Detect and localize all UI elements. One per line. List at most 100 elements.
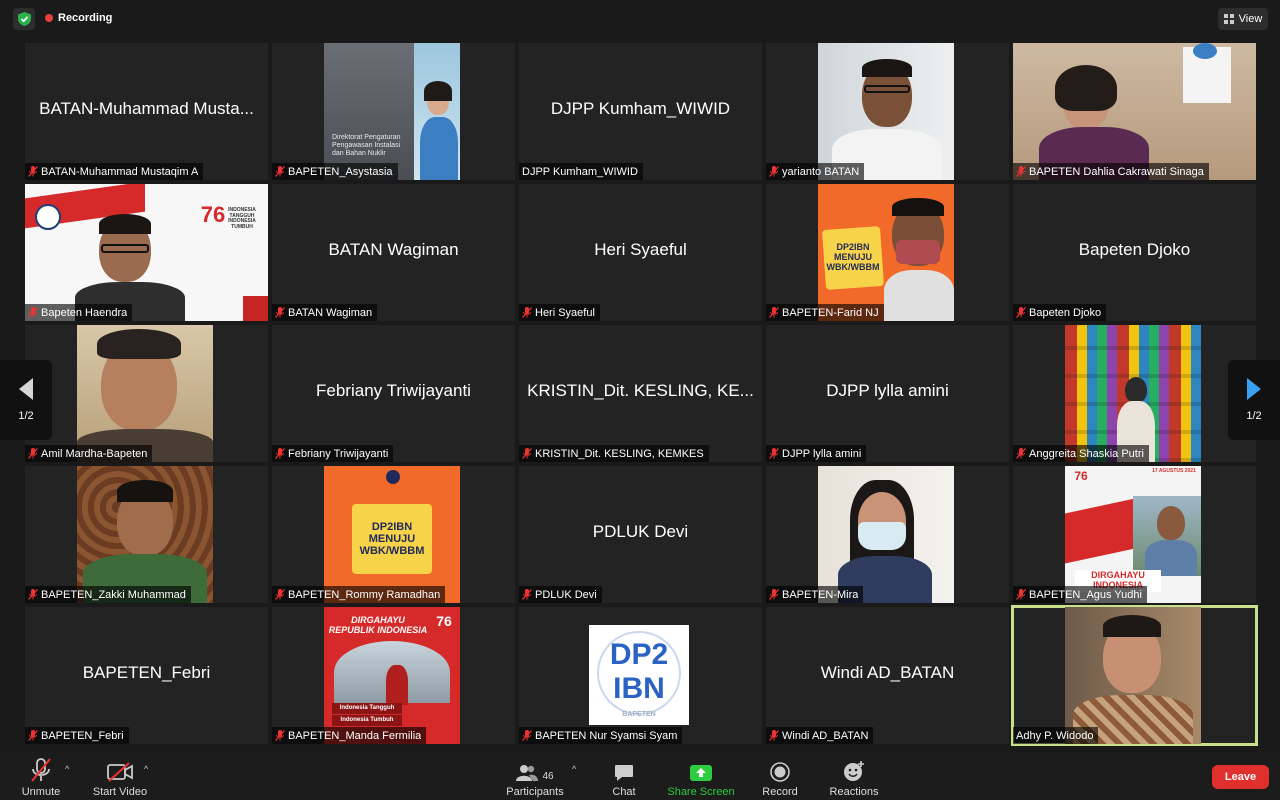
participant-label: BATAN Wagiman [272,304,378,321]
logo-ring-text: BAPETEN [622,711,656,719]
participant-tile[interactable]: Amil Mardha-Bapeten [25,325,268,462]
top-bar: Recording View [0,0,1280,38]
logo-text-2: IBN [613,671,665,705]
participant-label: BAPETEN_Asystasia [272,163,398,180]
view-button[interactable]: View [1218,8,1268,30]
recording-indicator[interactable]: Recording [45,12,112,24]
video-options-chevron-icon[interactable]: ^ [144,764,148,774]
sign-text: DP2IBN MENUJU WBK/WBBM [826,242,880,272]
security-shield-icon[interactable] [13,8,35,30]
leave-button[interactable]: Leave [1212,765,1269,789]
start-video-label: Start Video [92,786,148,798]
participant-tile[interactable]: DJPP lylla amini DJPP lylla amini [766,325,1009,462]
participant-name: BATAN-Muhammad Mustaqim A [41,165,199,178]
participant-name: KRISTIN_Dit. KESLING, KEMKES [535,447,704,460]
participant-name: BATAN Wagiman [288,306,373,319]
muted-mic-icon [1016,448,1026,459]
participant-name: Bapeten Djoko [1029,306,1102,319]
share-screen-button[interactable]: Share Screen [666,758,736,798]
participant-label: BAPETEN_Febri [25,727,129,744]
audio-options-chevron-icon[interactable]: ^ [65,764,69,774]
participant-label: DJPP lylla amini [766,445,867,462]
participant-tile[interactable]: 76 17 AGUSTUS 2021 DIRGAHAYU INDONESIA B… [1013,466,1256,603]
participant-tile[interactable]: BAPETEN_Febri BAPETEN_Febri [25,607,268,744]
next-page-button[interactable]: 1/2 [1228,360,1280,440]
participant-name: Anggreita Shaskia Putri [1029,447,1144,460]
participant-video: DP2IBN MENUJU WBK/WBBM [818,184,954,321]
page-indicator: 1/2 [18,410,34,422]
recording-dot-icon [45,14,53,22]
participant-tile[interactable]: DJPP Kumham_WIWID DJPP Kumham_WIWID [519,43,762,180]
participant-tile[interactable]: BAPETEN_Zakki Muhammad [25,466,268,603]
poster-line-1: Indonesia Tangguh [332,703,402,714]
participant-tile[interactable]: yarianto BATAN [766,43,1009,180]
active-speaker-tile[interactable]: Adhy P. Widodo [1011,605,1258,746]
chat-button[interactable]: Chat [608,758,640,798]
share-screen-label: Share Screen [667,786,735,798]
muted-mic-icon [275,166,285,177]
participant-tile[interactable]: Heri Syaeful Heri Syaeful [519,184,762,321]
participants-icon [516,765,539,781]
arrow-left-icon [19,378,33,400]
participant-label: Anggreita Shaskia Putri [1013,445,1149,462]
participant-tile[interactable]: DP2IBN MENUJU WBK/WBBM BAPETEN_Rommy Ram… [272,466,515,603]
participant-count: 46 [542,771,554,782]
participant-tile[interactable]: BATAN Wagiman BATAN Wagiman [272,184,515,321]
participant-tile[interactable]: Windi AD_BATAN Windi AD_BATAN [766,607,1009,744]
participant-display-name: PDLUK Devi [592,522,689,541]
participants-options-chevron-icon[interactable]: ^ [572,764,576,774]
participant-label: Febriany Triwijayanti [272,445,394,462]
participants-button[interactable]: 46 Participants [503,758,567,798]
participant-display-name: BAPETEN_Febri [82,663,211,682]
page-indicator: 1/2 [1246,410,1262,422]
arrow-right-icon [1247,378,1261,400]
participant-label: Adhy P. Widodo [1013,727,1099,744]
participant-name: PDLUK Devi [535,588,597,601]
participant-tile[interactable]: Direktorat Pengaturan Pengawasan Instala… [272,43,515,180]
participant-label: Amil Mardha-Bapeten [25,445,153,462]
participant-tile[interactable]: DP2 IBN BAPETEN BAPETEN Nur Syamsi Syam [519,607,762,744]
participant-tile[interactable]: 76 INDONESIA TANGGUH INDONESIA TUMBUH Ba… [25,184,268,321]
muted-mic-icon [1016,589,1026,600]
participant-tile[interactable]: KRISTIN_Dit. KESLING, KE... KRISTIN_Dit.… [519,325,762,462]
participant-label: BAPETEN_Agus Yudhi [1013,586,1147,603]
poster-date: 17 AGUSTUS 2021 [1152,468,1196,475]
participant-tile[interactable]: Febriany Triwijayanti Febriany Triwijaya… [272,325,515,462]
start-video-button[interactable]: Start Video [90,758,150,798]
muted-mic-icon [28,730,38,741]
participant-name: DJPP Kumham_WIWID [522,165,638,178]
participant-label: BAPETEN_Rommy Ramadhan [272,586,446,603]
participant-tile[interactable]: BAPETEN-Mira [766,466,1009,603]
participant-video: 76 17 AGUSTUS 2021 DIRGAHAYU INDONESIA [1065,466,1201,603]
participant-display-name: DJPP lylla amini [826,381,949,400]
reactions-button[interactable]: Reactions [827,758,881,798]
participant-video [77,325,213,462]
poster-title: DIRGAHAYU REPUBLIK INDONESIA [328,615,428,635]
participant-grid: BATAN-Muhammad Musta... BATAN-Muhammad M… [25,43,1258,747]
participant-label: PDLUK Devi [519,586,602,603]
previous-page-button[interactable]: 1/2 [0,360,52,440]
participant-display-name: Bapeten Djoko [1078,240,1191,259]
participant-display-name: Heri Syaeful [594,240,687,259]
unmute-button[interactable]: Unmute [20,758,62,798]
participant-tile[interactable]: DIRGAHAYU REPUBLIK INDONESIA 76 Indonesi… [272,607,515,744]
participant-label: BAPETEN_Manda Fermilia [272,727,427,744]
chat-label: Chat [612,786,636,798]
participant-tile[interactable]: DP2IBN MENUJU WBK/WBBM BAPETEN-Farid NJ [766,184,1009,321]
participant-tile[interactable]: Bapeten Djoko Bapeten Djoko [1013,184,1256,321]
participant-name: Amil Mardha-Bapeten [41,447,148,460]
participant-tile[interactable]: BATAN-Muhammad Musta... BATAN-Muhammad M… [25,43,268,180]
participant-label: yarianto BATAN [766,163,865,180]
participant-name: Windi AD_BATAN [782,729,869,742]
participant-tile[interactable]: Anggreita Shaskia Putri [1013,325,1256,462]
participant-tile[interactable]: PDLUK Devi PDLUK Devi [519,466,762,603]
participant-video [1065,607,1201,744]
record-button[interactable]: Record [760,758,800,798]
participant-video: DIRGAHAYU REPUBLIK INDONESIA 76 Indonesi… [324,607,460,744]
participant-label: DJPP Kumham_WIWID [519,163,643,180]
participant-name: BAPETEN-Mira [782,588,859,601]
participant-name: Adhy P. Widodo [1016,729,1094,742]
share-screen-icon [690,765,712,781]
participant-tile[interactable]: BAPETEN Dahlia Cakrawati Sinaga [1013,43,1256,180]
muted-mic-icon [1016,307,1026,318]
